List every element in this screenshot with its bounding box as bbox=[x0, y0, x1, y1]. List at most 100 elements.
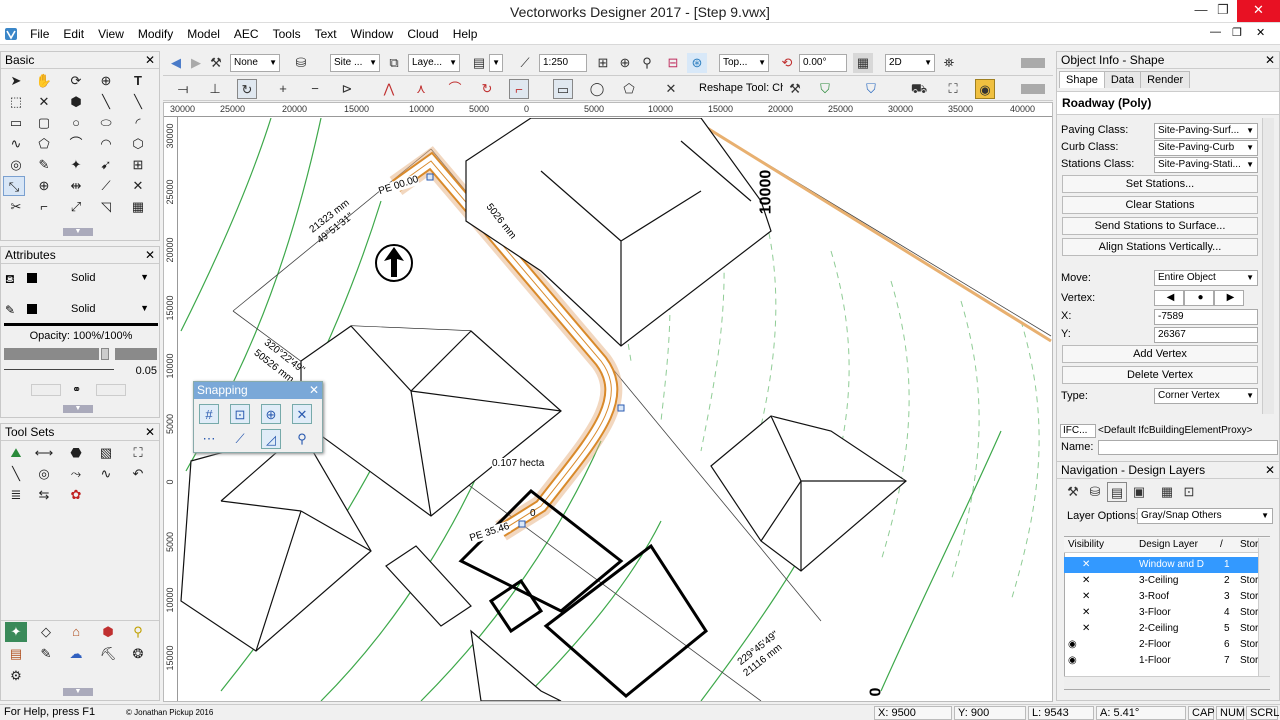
close-icon[interactable]: ✕ bbox=[145, 52, 155, 68]
arc-tool-icon[interactable]: ◜ bbox=[127, 113, 149, 133]
add-vertex-icon[interactable]: + bbox=[273, 79, 293, 99]
doc-minimize-button[interactable]: — bbox=[1210, 26, 1221, 38]
add-vertex-button[interactable]: Add Vertex bbox=[1062, 345, 1258, 363]
menu-help[interactable]: Help bbox=[446, 23, 485, 45]
visibility-icon[interactable]: ✕ bbox=[1082, 605, 1090, 621]
flyover-tool-icon[interactable]: ⟳ bbox=[65, 71, 87, 91]
curved-road-tool-icon[interactable]: ⤳ bbox=[65, 464, 87, 484]
zoom-fit-icon[interactable]: ⊞ bbox=[593, 53, 613, 73]
offset-tool-icon[interactable]: ⤢ bbox=[65, 197, 87, 217]
set-stations-button[interactable]: Set Stations... bbox=[1062, 175, 1258, 193]
table-row[interactable]: ✕ 3-Ceiling 2 Stor bbox=[1064, 573, 1270, 589]
layer-select[interactable]: Laye... ▼ bbox=[408, 54, 460, 72]
road-curve-tool-icon[interactable]: ∿ bbox=[95, 464, 117, 484]
bezier-vertex-icon[interactable]: ⋏ bbox=[411, 79, 431, 99]
rectangle-tool-icon[interactable]: ▭ bbox=[5, 113, 27, 133]
move-select[interactable]: Entire Object ▼ bbox=[1154, 270, 1258, 286]
layers-horizontal-scrollbar[interactable] bbox=[1064, 676, 1270, 689]
align-stations-button[interactable]: Align Stations Vertically... bbox=[1062, 238, 1258, 256]
layer-icon[interactable]: ⧉ bbox=[384, 53, 404, 73]
current-vertex-button[interactable]: ● bbox=[1184, 290, 1214, 306]
object-info-scrollbar[interactable] bbox=[1262, 118, 1274, 414]
oval-tool-icon[interactable]: ⬭ bbox=[95, 113, 117, 133]
visibility-icon[interactable]: ✕ bbox=[1082, 573, 1090, 589]
massing-tool-icon[interactable]: ⬣ bbox=[65, 443, 87, 463]
snap-object-icon[interactable]: ⛉ bbox=[861, 79, 881, 99]
road-tool-icon[interactable]: ╲ bbox=[5, 464, 27, 484]
rounded-rect-tool-icon[interactable]: ▢ bbox=[33, 113, 55, 133]
reshape-active-tool-icon[interactable]: ⤡ bbox=[3, 176, 25, 196]
app-icon[interactable] bbox=[0, 23, 20, 45]
line-tool-icon[interactable]: ╲ bbox=[95, 92, 117, 112]
close-button[interactable]: ✕ bbox=[1237, 0, 1280, 22]
prev-vertex-button[interactable]: ◀ bbox=[1154, 290, 1184, 306]
quarter-arc-tool-icon[interactable]: ◠ bbox=[95, 134, 117, 154]
walls-icon[interactable]: ⛟ bbox=[909, 79, 929, 99]
tab-render[interactable]: Render bbox=[1140, 71, 1191, 88]
smart-edge-icon[interactable]: ⚲ bbox=[292, 429, 312, 449]
roundabout-tool-icon[interactable]: ◎ bbox=[33, 464, 55, 484]
detailing-set-icon[interactable]: ⚲ bbox=[127, 622, 149, 642]
projection-icon[interactable]: ▦ bbox=[853, 53, 873, 73]
stations-class-select[interactable]: Site-Paving-Stati... ▼ bbox=[1154, 157, 1258, 173]
rectangle-marquee-icon[interactable]: ▭ bbox=[553, 79, 573, 99]
reshape-tool-icon[interactable]: ⬢ bbox=[65, 92, 87, 112]
marquee-tool-icon[interactable]: ⬚ bbox=[5, 92, 27, 112]
menu-edit[interactable]: Edit bbox=[56, 23, 91, 45]
stake-tool-icon[interactable]: ⛶ bbox=[127, 443, 149, 463]
search-icon[interactable]: ⚲ bbox=[637, 53, 657, 73]
dims-set-icon[interactable]: ◇ bbox=[35, 622, 57, 642]
class-visibility-icon[interactable]: ⚒ bbox=[206, 53, 226, 73]
table-row[interactable]: ◉ 2-Floor 6 Stor bbox=[1064, 637, 1270, 653]
col-story[interactable]: Stor bbox=[1240, 537, 1258, 553]
table-row[interactable]: ✕ 3-Floor 4 Stor bbox=[1064, 605, 1270, 621]
render-mode-select[interactable]: 2D ▼ bbox=[885, 54, 935, 72]
3d-modeling-set-icon[interactable]: ❂ bbox=[127, 644, 149, 664]
railing-tool-icon[interactable]: ≣ bbox=[5, 485, 27, 505]
drafting-set-icon[interactable]: ✎ bbox=[35, 644, 57, 664]
hatch-tool-icon[interactable]: ▧ bbox=[95, 443, 117, 463]
sheet-layers-icon[interactable]: ▤ bbox=[1107, 482, 1127, 502]
visibility-icon[interactable]: ◉ bbox=[975, 79, 995, 99]
scale-icon[interactable]: ⟋ bbox=[515, 53, 535, 73]
table-row[interactable]: ✕ Window and D 1 bbox=[1064, 557, 1270, 573]
active-class-select[interactable]: None ▼ bbox=[230, 54, 280, 72]
opacity-slider-2[interactable] bbox=[115, 348, 157, 360]
table-row[interactable]: ✕ 3-Roof 3 Stor bbox=[1064, 589, 1270, 605]
delete-vertex-button[interactable]: Delete Vertex bbox=[1062, 366, 1258, 384]
rotation-field[interactable]: 0.00° bbox=[799, 54, 847, 72]
scale-field[interactable]: 1:250 bbox=[539, 54, 587, 72]
mode-bar-toggle[interactable] bbox=[1021, 84, 1045, 94]
restore-button[interactable]: ❐ bbox=[1208, 0, 1238, 22]
corner-vertex-icon[interactable]: ⋀ bbox=[379, 79, 399, 99]
send-stations-button[interactable]: Send Stations to Surface... bbox=[1062, 217, 1258, 235]
snap-grid-icon[interactable]: ⛉ bbox=[815, 79, 835, 99]
name-field[interactable] bbox=[1098, 440, 1278, 455]
site-planning-set-icon[interactable]: ✦ bbox=[5, 622, 27, 642]
change-vertex-mode-icon[interactable]: ↻ bbox=[237, 79, 257, 99]
col-design-layer[interactable]: Design Layer bbox=[1139, 537, 1198, 553]
menu-window[interactable]: Window bbox=[344, 23, 401, 45]
close-icon[interactable]: ✕ bbox=[1265, 462, 1275, 478]
menu-modify[interactable]: Modify bbox=[131, 23, 180, 45]
spaces-set-icon[interactable]: ☁ bbox=[65, 644, 87, 664]
arrowhead-start[interactable] bbox=[31, 384, 61, 396]
settings-icon[interactable]: ⚒ bbox=[785, 79, 805, 99]
working-plane-icon[interactable]: ⊟ bbox=[663, 53, 683, 73]
tab-shape[interactable]: Shape bbox=[1059, 71, 1105, 88]
drawing-area[interactable]: 30000 25000 20000 15000 10000 5000 0 500… bbox=[163, 102, 1053, 702]
hide-edge-icon[interactable]: ⊳ bbox=[337, 79, 357, 99]
arc-vertex-icon[interactable]: ↻ bbox=[477, 79, 497, 99]
visibility-icon[interactable]: ◉ bbox=[1068, 637, 1077, 653]
menu-tools[interactable]: Tools bbox=[266, 23, 308, 45]
chamfer-tool-icon[interactable]: ◹ bbox=[95, 197, 117, 217]
road-t-tool-icon[interactable]: ↶ bbox=[127, 464, 149, 484]
mirror-tool-icon[interactable]: ⇹ bbox=[65, 176, 87, 196]
polygon-tool-icon[interactable]: ⬠ bbox=[33, 134, 55, 154]
doc-restore-button[interactable]: ❐ bbox=[1232, 26, 1242, 39]
sheet-icon[interactable]: ▤ bbox=[469, 53, 489, 73]
tab-data[interactable]: Data bbox=[1103, 71, 1142, 88]
eyedropper-tool-icon[interactable]: ✎ bbox=[33, 155, 55, 175]
link-icon[interactable]: ⚭ bbox=[72, 383, 81, 396]
layers-vertical-scrollbar[interactable] bbox=[1258, 538, 1270, 676]
